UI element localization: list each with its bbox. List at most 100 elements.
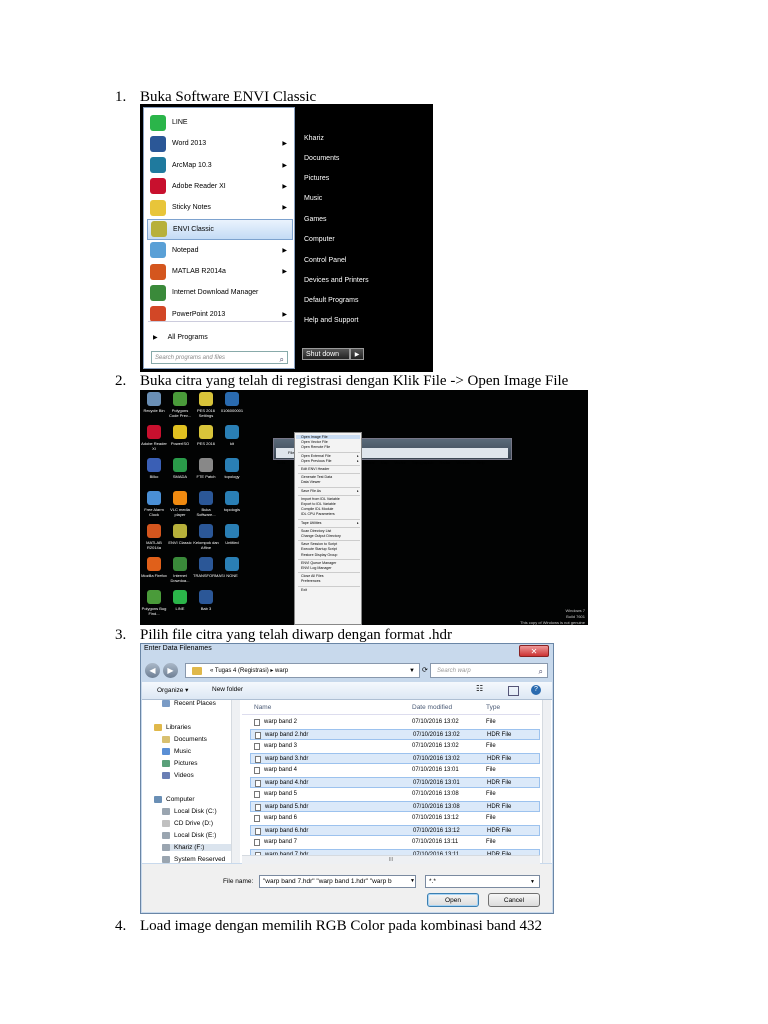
file-menu-item[interactable]: Open Remote File bbox=[301, 445, 330, 449]
cancel-button[interactable]: Cancel bbox=[488, 893, 540, 907]
desktop-icon[interactable]: Free Alarm Clock bbox=[141, 491, 167, 517]
start-search-input[interactable]: Search programs and files ⌕ bbox=[151, 351, 288, 364]
list-scrollbar[interactable] bbox=[542, 700, 551, 863]
desktop-icon[interactable]: PowerISO bbox=[167, 425, 193, 446]
start-link[interactable]: Control Panel bbox=[304, 257, 346, 264]
desktop-icon[interactable]: Mozilla Firefox bbox=[141, 557, 167, 578]
desktop-icon[interactable]: MATLAB R2014a bbox=[141, 524, 167, 550]
table-row[interactable]: warp band 6 07/10/2016 13:12 File bbox=[250, 813, 540, 824]
start-link[interactable]: Documents bbox=[304, 155, 339, 162]
close-icon[interactable]: ✕ bbox=[519, 645, 549, 657]
desktop-icon[interactable]: ENVI Classic bbox=[167, 524, 193, 545]
tree-item[interactable]: Local Disk (E:) bbox=[162, 832, 216, 839]
file-menu-item[interactable]: Save Session to Script bbox=[301, 542, 337, 546]
file-menu-item[interactable]: Import from IDL Variable bbox=[301, 497, 340, 501]
program-item[interactable]: Internet Download Manager bbox=[147, 282, 293, 303]
open-button[interactable]: Open bbox=[427, 893, 479, 907]
desktop-icon[interactable]: LINE bbox=[167, 590, 193, 611]
file-menu-item[interactable]: Open Vector File bbox=[301, 440, 328, 444]
shutdown-button[interactable]: Shut down bbox=[302, 348, 350, 360]
desktop-icon[interactable]: Recycle Bin bbox=[141, 392, 167, 413]
tree-item[interactable]: Local Disk (C:) bbox=[162, 808, 217, 815]
tree-item[interactable]: Videos bbox=[162, 772, 194, 779]
table-row[interactable]: warp band 7 07/10/2016 13:11 File bbox=[250, 837, 540, 848]
program-item[interactable]: ArcMap 10.3 ▶ bbox=[147, 155, 293, 176]
start-link[interactable]: Default Programs bbox=[304, 297, 358, 304]
program-item[interactable]: Adobe Reader XI ▶ bbox=[147, 176, 293, 197]
desktop-icon[interactable]: Internet Downloa... bbox=[167, 557, 193, 583]
desktop-icon[interactable]: Bilko bbox=[141, 458, 167, 479]
envi-menu-item[interactable]: Map bbox=[381, 460, 389, 465]
file-menu-item[interactable]: Change Output Directory bbox=[301, 534, 341, 538]
envi-menu-item[interactable]: Spectral bbox=[360, 460, 375, 465]
col-name[interactable]: Name bbox=[254, 704, 271, 711]
file-menu-item[interactable]: Generate Test Data bbox=[301, 475, 332, 479]
start-link[interactable]: Help and Support bbox=[304, 317, 358, 324]
file-menu-item[interactable]: Execute Startup Script bbox=[301, 547, 337, 551]
file-menu-item[interactable]: Preferences bbox=[301, 579, 320, 583]
desktop-icon[interactable]: SMADA bbox=[167, 458, 193, 479]
refresh-icon[interactable]: ⟳ bbox=[422, 663, 429, 678]
file-menu-item[interactable]: Export to IDL Variable bbox=[301, 502, 336, 506]
file-menu-item[interactable]: Edit ENVI Header bbox=[301, 467, 329, 471]
desktop-icon[interactable]: topology bbox=[219, 458, 245, 479]
program-item[interactable]: Sticky Notes ▶ bbox=[147, 197, 293, 218]
start-link[interactable]: Computer bbox=[304, 236, 335, 243]
file-menu-item[interactable]: IDL CPU Parameters bbox=[301, 512, 335, 516]
col-type[interactable]: Type bbox=[486, 704, 500, 711]
desktop-icon[interactable]: topologis bbox=[219, 491, 245, 512]
start-link[interactable]: Devices and Printers bbox=[304, 277, 369, 284]
shutdown-options-icon[interactable]: ▶ bbox=[350, 348, 364, 360]
filename-input[interactable]: "warp band 7.hdr" "warp band 1.hdr" "war… bbox=[259, 875, 416, 888]
desktop-icon[interactable]: 0106000001 bbox=[219, 392, 245, 413]
program-item[interactable]: Notepad ▶ bbox=[147, 240, 293, 261]
desktop-icon[interactable]: PES 2016 bbox=[193, 425, 219, 446]
all-programs-item[interactable]: ▶ All Programs bbox=[147, 327, 293, 348]
desktop-icon[interactable]: Buka Software... bbox=[193, 491, 219, 517]
table-row[interactable]: warp band 5 07/10/2016 13:08 File bbox=[250, 789, 540, 800]
desktop-icon[interactable]: PES 2016 Settings bbox=[193, 392, 219, 418]
program-item[interactable]: Word 2013 ▶ bbox=[147, 133, 293, 154]
desktop-icon[interactable]: Untitled bbox=[219, 524, 245, 545]
new-folder-button[interactable]: New folder bbox=[212, 686, 243, 693]
program-item[interactable]: LINE bbox=[147, 112, 293, 133]
col-date[interactable]: Date modified bbox=[412, 704, 452, 711]
horizontal-scrollbar[interactable]: III bbox=[242, 855, 540, 864]
desktop-icon[interactable]: Kelompok dan Affine bbox=[193, 524, 219, 550]
chevron-down-icon[interactable]: ▼ bbox=[410, 878, 415, 884]
file-menu-item[interactable]: Restore Display Group bbox=[301, 553, 337, 557]
tree-scrollbar[interactable] bbox=[231, 700, 240, 863]
desktop-icon[interactable]: Adobe Reader XI bbox=[141, 425, 167, 451]
tree-item[interactable]: System Reserved bbox=[162, 856, 225, 863]
table-row[interactable]: warp band 2.hdr 07/10/2016 13:02 HDR File bbox=[250, 729, 540, 740]
start-link[interactable]: Music bbox=[304, 195, 322, 202]
file-menu-item[interactable]: Save File As ▸ bbox=[301, 489, 359, 493]
desktop-icon[interactable]: Bab 3 bbox=[193, 590, 219, 611]
tree-item[interactable]: Khariz (F:) bbox=[162, 844, 232, 851]
start-link[interactable]: Pictures bbox=[304, 175, 329, 182]
table-row[interactable]: warp band 4 07/10/2016 13:01 File bbox=[250, 765, 540, 776]
tree-item[interactable]: Music bbox=[162, 748, 191, 755]
envi-menu-item[interactable]: Window bbox=[456, 460, 470, 465]
tree-item[interactable]: CD Drive (D:) bbox=[162, 820, 213, 827]
organize-button[interactable]: Organize ▾ bbox=[157, 686, 188, 694]
desktop-icon[interactable]: TRANSFORMASI bbox=[193, 557, 225, 578]
file-menu-item[interactable]: Compile IDL Module bbox=[301, 507, 333, 511]
back-icon[interactable]: ◀ bbox=[145, 663, 160, 678]
file-menu-item[interactable]: Close All Files bbox=[301, 574, 324, 578]
chevron-down-icon[interactable]: ▼ bbox=[409, 664, 415, 679]
desktop-icon[interactable]: Polygons Code Prev... bbox=[167, 392, 193, 418]
file-menu-item[interactable]: Data Viewer bbox=[301, 480, 321, 484]
envi-menu-item[interactable]: Vector bbox=[394, 460, 405, 465]
view-options-icon[interactable]: ☷ bbox=[476, 684, 483, 693]
start-link[interactable]: Games bbox=[304, 216, 327, 223]
program-item[interactable]: MATLAB R2014a ▶ bbox=[147, 261, 293, 282]
tree-item[interactable]: Libraries bbox=[154, 724, 191, 731]
table-row[interactable]: warp band 3 07/10/2016 13:02 File bbox=[250, 741, 540, 752]
table-row[interactable]: warp band 3.hdr 07/10/2016 13:02 HDR File bbox=[250, 753, 540, 764]
table-row[interactable]: warp band 5.hdr 07/10/2016 13:08 HDR File bbox=[250, 801, 540, 812]
start-link[interactable]: Khariz bbox=[304, 135, 324, 142]
desktop-icon[interactable]: NONE bbox=[219, 557, 245, 578]
envi-menu-item[interactable]: Topographic bbox=[412, 460, 434, 465]
tree-item[interactable]: Recent Places bbox=[162, 700, 216, 707]
